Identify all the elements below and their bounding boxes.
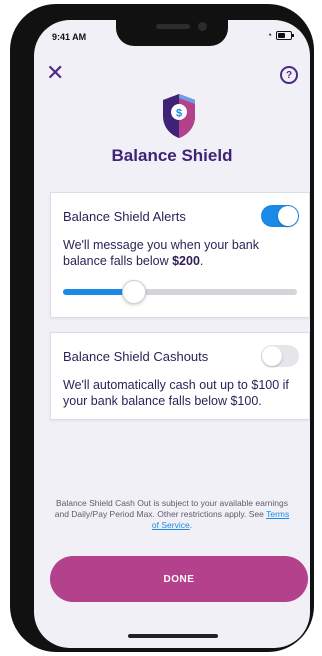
alerts-amount: $200	[172, 254, 200, 268]
cashouts-card-text: We'll automatically cash out up to $100 …	[63, 378, 289, 408]
page-title: Balance Shield	[111, 146, 233, 165]
notch	[116, 20, 228, 46]
app-screen: 9:41 AM ◔ ✕ ? $ Balance Shield Balance S…	[34, 20, 310, 648]
camera	[198, 22, 207, 31]
status-icons: ◔	[266, 30, 294, 40]
alerts-text-end: .	[199, 254, 204, 268]
close-icon[interactable]: ✕	[46, 62, 64, 84]
cashouts-toggle[interactable]	[261, 345, 299, 367]
alerts-card-title: Balance Shield Alerts	[63, 209, 186, 224]
alerts-text: We'll message you when your bank balance…	[63, 238, 260, 268]
phone-frame: 9:41 AM ◔ ✕ ? $ Balance Shield Balance S…	[10, 4, 314, 652]
alerts-card: Balance Shield Alerts We'll message you …	[50, 192, 310, 318]
disclaimer-text: Balance Shield Cash Out is subject to yo…	[54, 498, 288, 519]
cashouts-card: Balance Shield Cashouts We'll automatica…	[50, 332, 310, 420]
balance-threshold-slider[interactable]	[63, 280, 297, 304]
toggle-knob	[262, 346, 282, 366]
alerts-card-text: We'll message you when your bank balance…	[63, 237, 299, 269]
battery-icon	[276, 31, 294, 40]
home-indicator	[128, 634, 218, 638]
slider-thumb[interactable]	[122, 280, 147, 304]
cashouts-card-title: Balance Shield Cashouts	[63, 349, 209, 364]
toggle-knob	[278, 206, 298, 226]
help-icon[interactable]: ?	[280, 66, 298, 84]
done-button[interactable]: DONE	[50, 556, 308, 602]
disclaimer: Balance Shield Cash Out is subject to yo…	[54, 498, 290, 531]
disclaimer-suffix: .	[189, 520, 193, 530]
status-time: 9:41 AM	[52, 32, 87, 42]
wifi-icon: ◔	[266, 30, 272, 40]
alerts-toggle[interactable]	[261, 205, 299, 227]
speaker	[156, 24, 190, 29]
svg-text:$: $	[176, 108, 182, 120]
shield-dollar-icon: $	[163, 94, 195, 138]
